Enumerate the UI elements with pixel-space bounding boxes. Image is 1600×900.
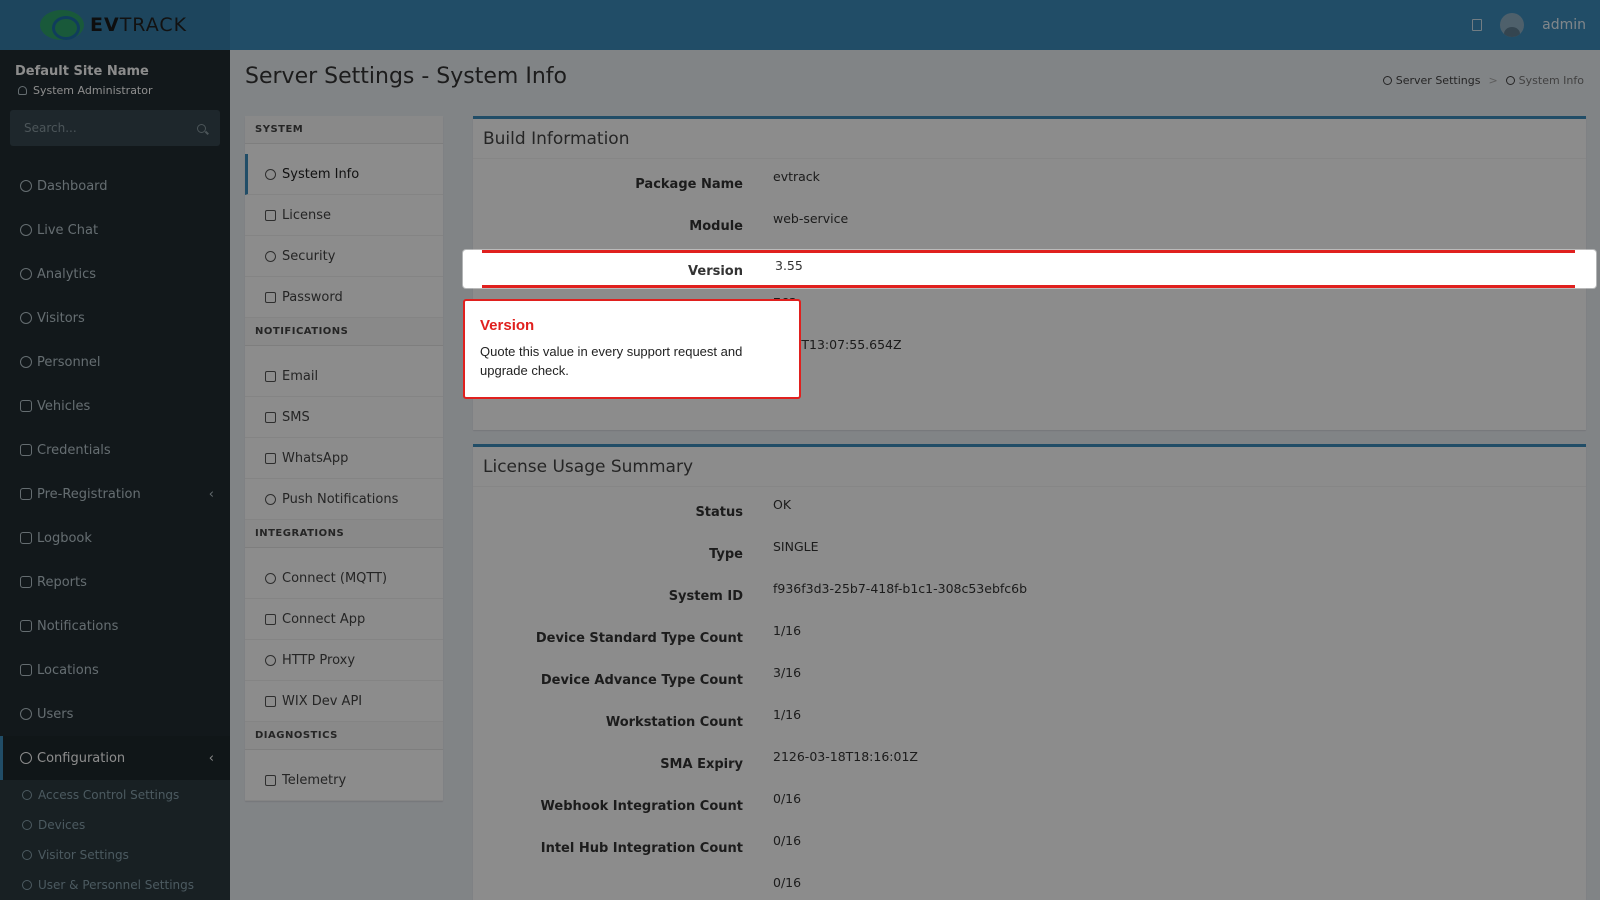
version-value: 3.55	[775, 258, 803, 273]
tooltip-text: Quote this value in every support reques…	[480, 344, 743, 378]
tooltip-title: Version	[480, 317, 535, 334]
tour-overlay[interactable]	[0, 0, 1600, 900]
highlighted-version-row: Version 3.55	[463, 250, 1596, 288]
version-label: Version	[688, 264, 743, 279]
tour-tooltip: Version Quote this value in every suppor…	[463, 299, 801, 399]
highlight-border-bottom	[482, 285, 1575, 288]
